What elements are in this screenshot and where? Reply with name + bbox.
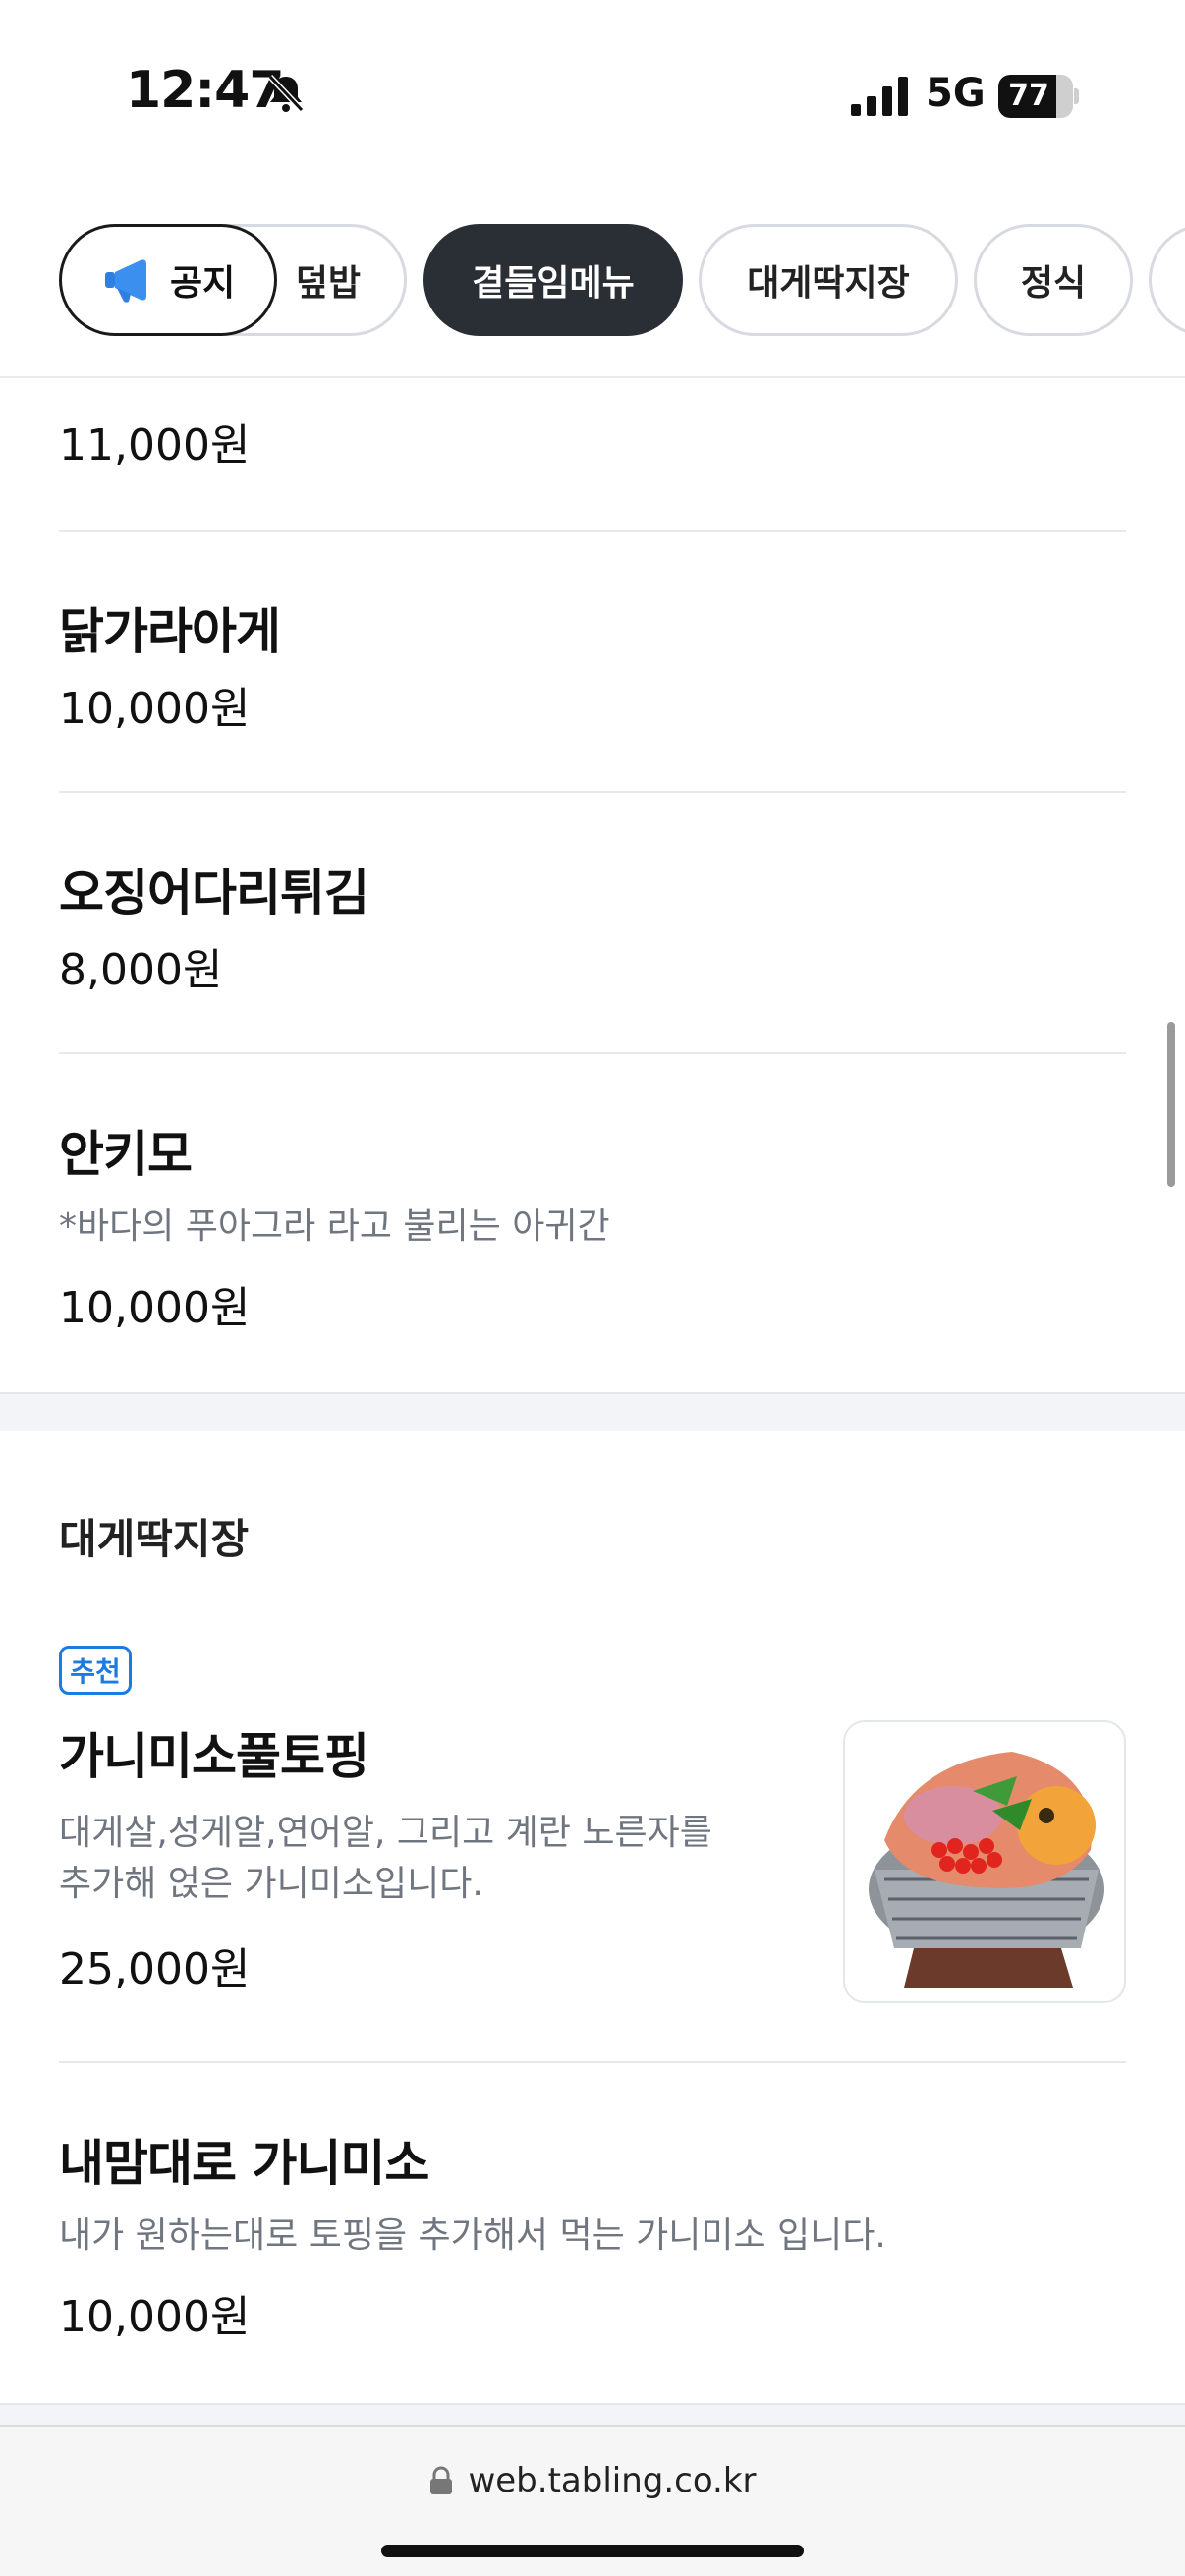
section-divider xyxy=(0,1392,1185,1431)
section-title: 대게딱지장 xyxy=(59,1515,250,1563)
address-bar[interactable]: web.tabling.co.kr xyxy=(0,2427,1185,2535)
battery-percent: 77 xyxy=(1008,79,1049,113)
menu-item[interactable]: 11,000원 xyxy=(59,380,1126,532)
menu-item-name: 안키모 xyxy=(59,1126,193,1183)
tab-crab-shell[interactable]: 대게딱지장 xyxy=(699,224,958,336)
menu-item-image[interactable] xyxy=(843,1720,1126,2003)
menu-item-price: 25,000원 xyxy=(59,1944,251,1994)
notice-button[interactable]: 공지 xyxy=(59,224,277,336)
menu-item-price: 10,000원 xyxy=(59,684,251,734)
menu-item[interactable]: 닭가라아게 10,000원 xyxy=(59,532,1126,793)
menu-item-name: 내맘대로 가니미소 xyxy=(59,2135,429,2192)
tab-next-partial[interactable] xyxy=(1149,224,1185,336)
signal-icon xyxy=(851,77,908,116)
status-bar: 12:47 5G 77 xyxy=(0,0,1185,192)
home-indicator[interactable] xyxy=(381,2545,804,2557)
menu-item[interactable]: 안키모 *바다의 푸아그라 라고 불리는 아귀간 10,000원 xyxy=(59,1054,1126,1392)
menu-item-name: 가니미소풀토핑 xyxy=(59,1728,369,1785)
tab-side-menu[interactable]: 곁들임메뉴 xyxy=(423,224,683,336)
url-text: web.tabling.co.kr xyxy=(468,2461,757,2500)
bell-slash-icon xyxy=(267,74,305,113)
tab-label: 대게딱지장 xyxy=(747,263,910,304)
menu-item-price: 11,000원 xyxy=(59,420,251,471)
browser-bottom-bar: web.tabling.co.kr xyxy=(0,2425,1185,2576)
menu-item-description: *바다의 푸아그라 라고 불리는 아귀간 xyxy=(59,1206,610,1247)
tab-label: 곁들임메뉴 xyxy=(472,263,635,304)
menu-item-price: 10,000원 xyxy=(59,1283,251,1333)
menu-item-description: 추가해 얹은 가니미소입니다. xyxy=(59,1864,483,1904)
menu-item-price: 10,000원 xyxy=(59,2292,251,2342)
menu-item-price: 8,000원 xyxy=(59,945,223,995)
lock-icon xyxy=(430,2466,453,2494)
menu-item-name: 닭가라아게 xyxy=(59,603,281,660)
tab-label: 정식 xyxy=(1020,263,1087,304)
status-time: 12:47 xyxy=(126,61,285,120)
crab-shell-dish-illustration xyxy=(869,1752,1104,1988)
category-tabs: 덮밥 곁들임메뉴 대게딱지장 정식 공지 xyxy=(0,192,1185,378)
menu-item-description: 내가 원하는대로 토핑을 추가해서 먹는 가니미소 입니다. xyxy=(59,2215,886,2256)
menu-item[interactable]: 내맘대로 가니미소 내가 원하는대로 토핑을 추가해서 먹는 가니미소 입니다.… xyxy=(59,2063,1126,2403)
menu-item-description: 대게살,성게알,연어알, 그리고 계란 노른자를 xyxy=(59,1813,712,1853)
tab-set-meal[interactable]: 정식 xyxy=(974,224,1133,336)
megaphone-icon xyxy=(105,259,146,303)
menu-item-name: 오징어다리튀김 xyxy=(59,865,369,922)
scrollbar[interactable] xyxy=(1167,1022,1175,1187)
menu-item[interactable]: 오징어다리튀김 8,000원 xyxy=(59,793,1126,1054)
recommend-badge: 추천 xyxy=(59,1646,132,1695)
battery-icon: 77 xyxy=(998,75,1079,118)
network-type: 5G xyxy=(926,71,986,116)
tab-label: 덮밥 xyxy=(295,263,361,304)
notice-label: 공지 xyxy=(170,263,236,304)
